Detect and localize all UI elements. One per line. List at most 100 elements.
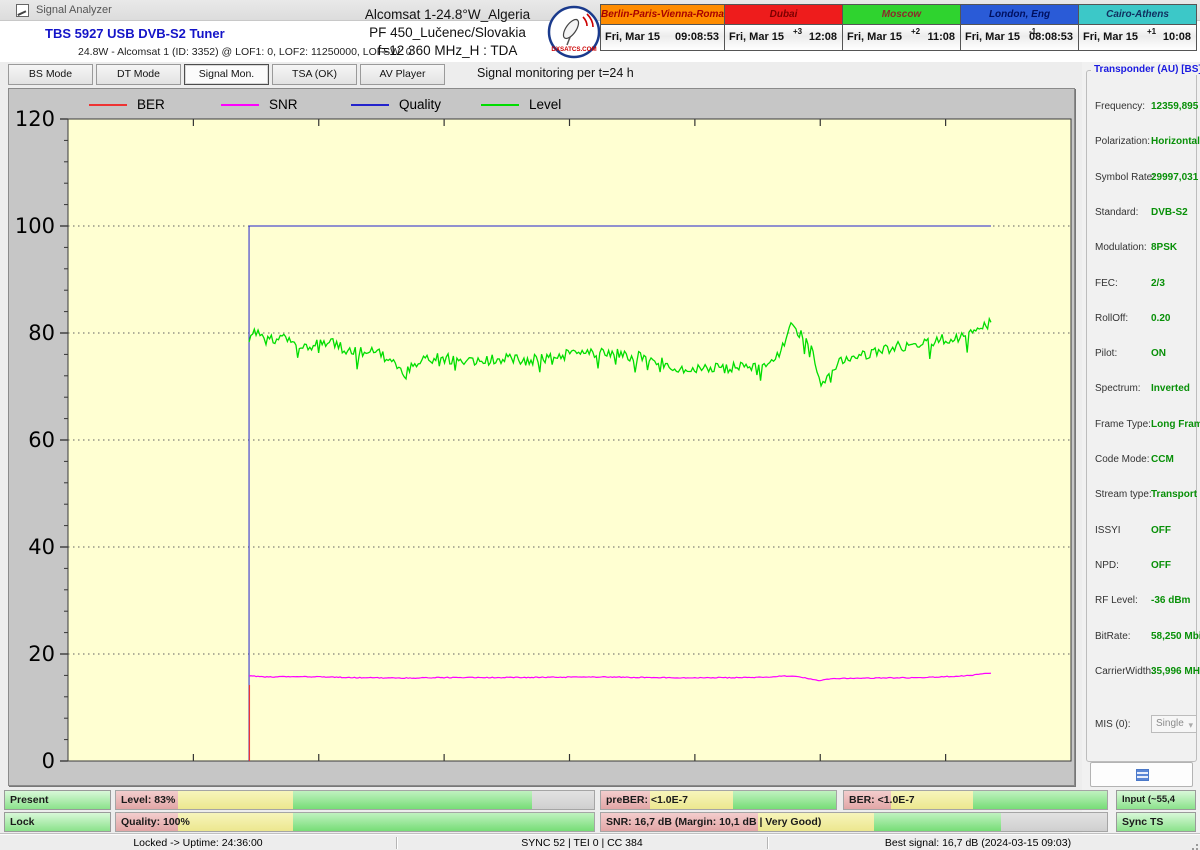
feed-line-1: Alcomsat 1-24.8°W_Algeria (360, 6, 535, 24)
field-label: RollOff: (1095, 313, 1128, 324)
field-value: 35,996 MHz (1151, 666, 1200, 677)
input-indicator: Input (~55,4 Mbps) (1116, 790, 1196, 810)
list-icon (1136, 769, 1149, 781)
field-value: 8PSK (1151, 242, 1177, 253)
logo-text: DXSATCS.COM (551, 46, 596, 53)
clock-date: Fri, Mar 15 (1083, 31, 1138, 43)
field-label: CarrierWidth: (1095, 666, 1154, 677)
field-label: Modulation: (1095, 242, 1147, 253)
svg-text:100: 100 (15, 214, 55, 238)
field-value: Horizontal (1151, 136, 1200, 147)
clock-city-label: London, Eng (961, 5, 1078, 25)
field-value: 29997,031 KS/s (1151, 172, 1200, 183)
tab-signal-mon[interactable]: Signal Mon. (184, 64, 269, 85)
tab-tsa[interactable]: TSA (OK) (272, 64, 357, 85)
svg-text:40: 40 (28, 535, 55, 559)
tab-bs-mode[interactable]: BS Mode (8, 64, 93, 85)
clock-date: Fri, Mar 15 (605, 31, 660, 43)
clock-dubai: Dubai Fri, Mar 15 +3 12:08 (725, 5, 843, 50)
clock-city-label: Cairo-Athens (1079, 5, 1196, 25)
field-label: RF Level: (1095, 595, 1138, 606)
clock-offset: +3 (793, 27, 802, 36)
field-value: Transport (1151, 489, 1197, 500)
mis-dropdown[interactable]: Single ▾ (1151, 715, 1197, 733)
clock-date: Fri, Mar 15 (847, 31, 902, 43)
svg-text:0: 0 (42, 749, 55, 773)
feed-info: Alcomsat 1-24.8°W_Algeria PF 450_Lučenec… (360, 6, 535, 60)
signal-monitoring-chart: 0 20 40 60 80 100 120 (9, 89, 1074, 785)
clock-city-label: Moscow (843, 5, 960, 25)
clock-offset: +1 (1147, 27, 1156, 36)
clock-london: London, Eng Fri, Mar 15 -1 08:08:53 (961, 5, 1079, 50)
clock-time: 11:08 (927, 31, 955, 43)
window-title: Signal Analyzer (36, 4, 112, 16)
header: TBS 5927 USB DVB-S2 Tuner 24.8W - Alcoms… (0, 21, 1200, 62)
field-value: Long Frame (1151, 419, 1200, 430)
tab-av-player[interactable]: AV Player (360, 64, 445, 85)
clock-moscow: Moscow Fri, Mar 15 +2 11:08 (843, 5, 961, 50)
svg-text:20: 20 (28, 642, 55, 666)
tab-dt-mode[interactable]: DT Mode (96, 64, 181, 85)
field-label: BitRate: (1095, 631, 1131, 642)
svg-text:60: 60 (28, 428, 55, 452)
field-label: Pilot: (1095, 348, 1117, 359)
clock-date: Fri, Mar 15 (965, 31, 1020, 43)
field-value: OFF (1151, 525, 1171, 536)
level-bar: Level: 83% (115, 790, 595, 810)
field-value: -36 dBm (1151, 595, 1190, 606)
status-uptime: Locked -> Uptime: 24:36:00 (0, 836, 396, 850)
status-bar: Locked -> Uptime: 24:36:00 SYNC 52 | TEI… (0, 834, 1200, 850)
svg-text:120: 120 (15, 107, 55, 131)
feed-line-3: f=12 360 MHz_H : TDA (360, 42, 535, 60)
field-value: 12359,895 MHz (1151, 101, 1200, 112)
field-value: 58,250 Mbit/s (1151, 631, 1200, 642)
field-label: Standard: (1095, 207, 1138, 218)
preber-bar: preBER: <1.0E-7 (600, 790, 837, 810)
clock-city-label: Berlin-Paris-Vienna-Roma (601, 5, 724, 25)
dxsatcs-logo: DXSATCS.COM (547, 5, 601, 59)
field-label: Code Mode: (1095, 454, 1149, 465)
clock-date: Fri, Mar 15 (729, 31, 784, 43)
field-label: Polarization: (1095, 136, 1150, 147)
field-value: 0.20 (1151, 313, 1170, 324)
field-label: FEC: (1095, 278, 1118, 289)
field-label: Frame Type: (1095, 419, 1151, 430)
field-value: OFF (1151, 560, 1171, 571)
field-label: Spectrum: (1095, 383, 1141, 394)
clock-time: 08:08:53 (1029, 31, 1073, 43)
clock-cairo: Cairo-Athens Fri, Mar 15 +1 10:08 (1079, 5, 1196, 50)
tuner-title: TBS 5927 USB DVB-S2 Tuner (45, 26, 225, 41)
transponder-title: Transponder (AU) [BS] (1091, 64, 1200, 75)
field-label: Stream type: (1095, 489, 1152, 500)
field-value: DVB-S2 (1151, 207, 1188, 218)
feed-line-2: PF 450_Lučenec/Slovakia (360, 24, 535, 42)
field-label: NPD: (1095, 560, 1119, 571)
clock-time: 10:08 (1163, 31, 1191, 43)
field-label: ISSYI (1095, 525, 1121, 536)
transponder-sidebar: Transponder (AU) [BS] Frequency:12359,89… (1082, 62, 1200, 834)
world-clocks: Berlin-Paris-Vienna-Roma Fri, Mar 15 09:… (600, 4, 1197, 51)
quality-bar: Quality: 100% (115, 812, 595, 832)
chevron-down-icon: ▾ (1188, 717, 1193, 733)
app-icon (16, 4, 29, 17)
field-label: Symbol Rate: (1095, 172, 1155, 183)
snr-bar: SNR: 16,7 dB (Margin: 10,1 dB | Very Goo… (600, 812, 1108, 832)
resize-grip[interactable] (1196, 844, 1198, 846)
field-value: 2/3 (1151, 278, 1165, 289)
clock-berlin: Berlin-Paris-Vienna-Roma Fri, Mar 15 09:… (601, 5, 725, 50)
transponder-list-button[interactable] (1090, 762, 1193, 787)
clock-time: 12:08 (809, 31, 837, 43)
field-value: CCM (1151, 454, 1174, 465)
present-indicator: Present (4, 790, 111, 810)
status-best-signal: Best signal: 16,7 dB (2024-03-15 09:03) (768, 836, 1188, 850)
signal-chart-panel: BER SNR Quality Level 020406080100120 (8, 88, 1075, 786)
mis-label: MIS (0): (1095, 719, 1131, 730)
signal-analyzer-window: Signal Analyzer TBS 5927 USB DVB-S2 Tune… (0, 0, 1200, 850)
lock-indicator: Lock (4, 812, 111, 832)
clock-time: 09:08:53 (675, 31, 719, 43)
clock-offset: +2 (911, 27, 920, 36)
clock-city-label: Dubai (725, 5, 842, 25)
svg-text:80: 80 (28, 321, 55, 345)
field-value: Inverted (1151, 383, 1190, 394)
monitoring-caption: Signal monitoring per t=24 h (477, 66, 634, 80)
